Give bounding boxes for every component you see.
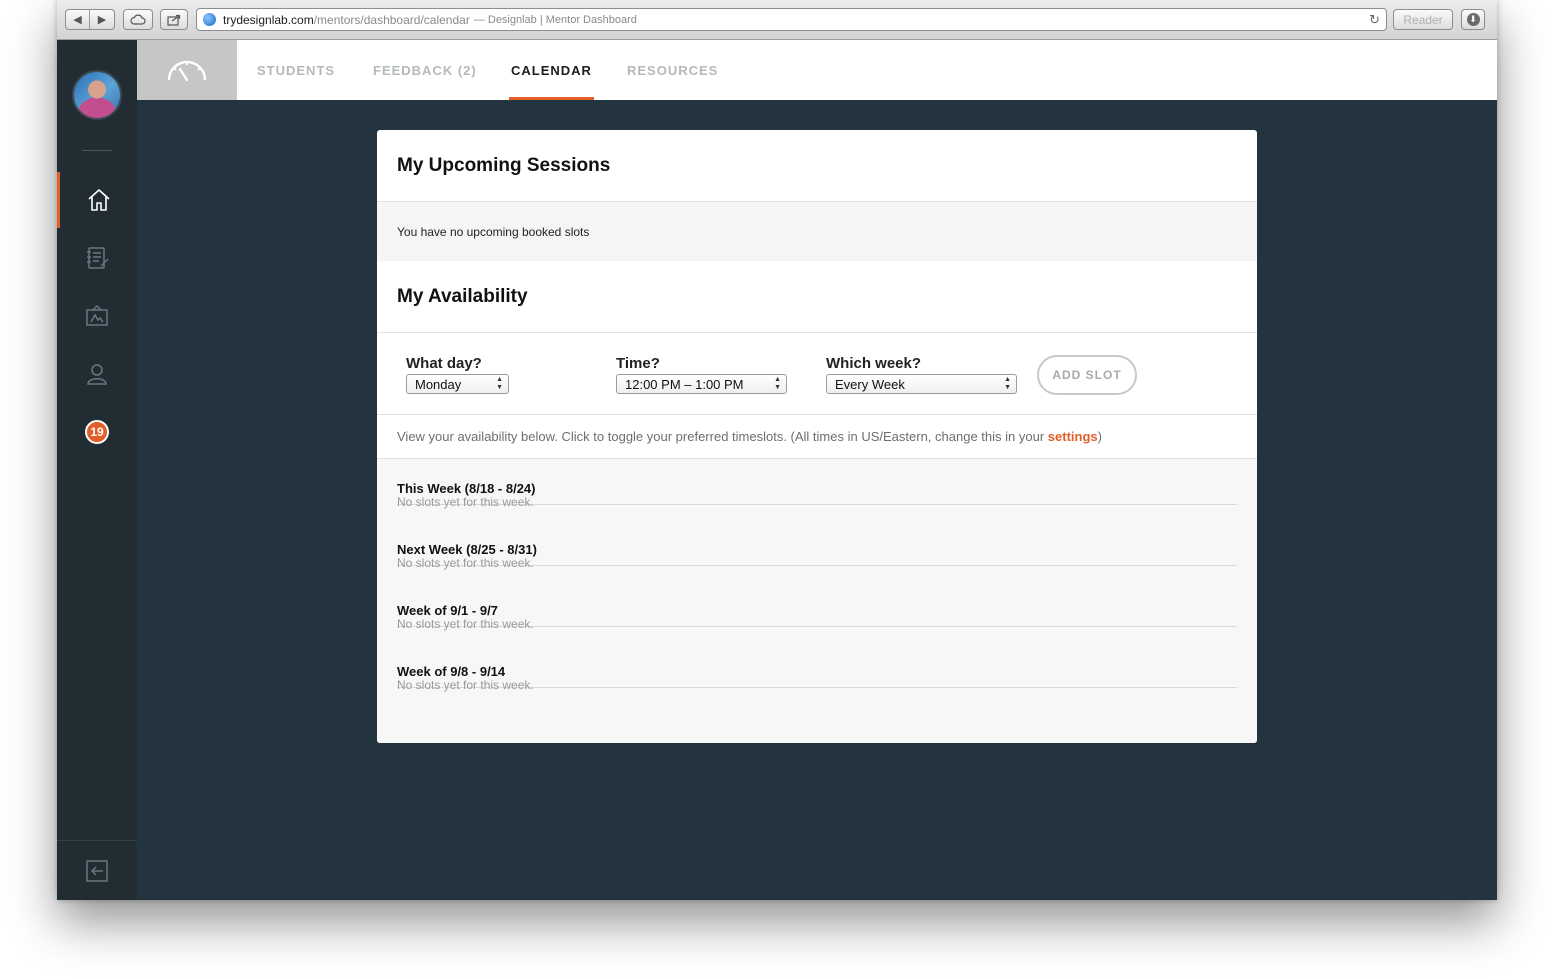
cloud-icon: [130, 14, 146, 25]
weeks-list: This Week (8/18 - 8/24) No slots yet for…: [377, 459, 1257, 743]
time-select[interactable]: 12:00 PM – 1:00 PM ▲ ▼: [616, 374, 787, 394]
time-field: Time? 12:00 PM – 1:00 PM ▲ ▼: [616, 355, 787, 394]
availability-note-text: View your availability below. Click to t…: [397, 429, 1048, 444]
week-empty-message: No slots yet for this week.: [397, 678, 534, 692]
sidebar-item-notes[interactable]: [57, 230, 137, 286]
week-select[interactable]: Every Week ▲ ▼: [826, 374, 1017, 394]
week-empty-message: No slots yet for this week.: [397, 617, 534, 631]
app-sidebar: 19: [57, 40, 137, 900]
sidebar-item-profile[interactable]: [57, 346, 137, 402]
browser-window: ◀ ▶ trydesignlab.com /mentors/dashboard/…: [57, 0, 1497, 900]
notebook-icon: [87, 247, 109, 269]
add-slot-button[interactable]: ADD SLOT: [1037, 355, 1137, 395]
easel-icon: [86, 304, 108, 326]
day-label: What day?: [406, 355, 482, 372]
availability-title: My Availability: [377, 261, 1257, 333]
list-item: Week of 9/8 - 9/14 No slots yet for this…: [397, 663, 1237, 692]
top-nav: STUDENTS FEEDBACK (2) CALENDAR RESOURCES: [137, 40, 1497, 100]
back-icon[interactable]: ◀: [66, 10, 90, 29]
time-select-value: 12:00 PM – 1:00 PM: [625, 376, 744, 392]
availability-note-end: ): [1097, 429, 1102, 444]
notification-badge: 19: [85, 420, 109, 444]
sidebar-item-logout[interactable]: [57, 840, 137, 900]
url-path: /mentors/dashboard/calendar: [313, 12, 470, 27]
availability-note: View your availability below. Click to t…: [377, 415, 1257, 459]
nav-buttons: ◀ ▶: [65, 9, 115, 30]
sidebar-item-notifications[interactable]: 19: [57, 404, 137, 460]
list-item: This Week (8/18 - 8/24) No slots yet for…: [397, 480, 1237, 509]
week-label: Which week?: [826, 355, 922, 372]
download-icon: ⬇: [1466, 13, 1480, 26]
week-field: Which week? Every Week ▲ ▼: [826, 355, 1017, 394]
time-label: Time?: [616, 355, 660, 372]
dashboard-logo[interactable]: [137, 40, 237, 100]
day-select[interactable]: Monday ▲ ▼: [406, 374, 509, 394]
week-empty-message: No slots yet for this week.: [397, 495, 534, 509]
sidebar-divider: [82, 150, 112, 151]
reload-icon[interactable]: ↻: [1369, 12, 1380, 28]
downloads-button[interactable]: ⬇: [1461, 9, 1485, 30]
tab-feedback[interactable]: FEEDBACK (2): [373, 40, 477, 100]
day-field: What day? Monday ▲ ▼: [406, 355, 509, 394]
reader-button[interactable]: Reader: [1393, 9, 1453, 30]
icloud-tabs-button[interactable]: [123, 9, 153, 30]
calendar-card: My Upcoming Sessions You have no upcomin…: [377, 130, 1257, 743]
select-arrows-icon: ▲ ▼: [496, 376, 503, 391]
no-sessions-message: You have no upcoming booked slots: [377, 202, 1257, 261]
forward-icon[interactable]: ▶: [90, 10, 114, 29]
browser-toolbar: ◀ ▶ trydesignlab.com /mentors/dashboard/…: [57, 0, 1497, 40]
upcoming-sessions-title: My Upcoming Sessions: [377, 130, 1257, 202]
select-arrows-icon: ▲ ▼: [1004, 376, 1011, 391]
list-item: Week of 9/1 - 9/7 No slots yet for this …: [397, 602, 1237, 631]
tab-calendar[interactable]: CALENDAR: [509, 40, 594, 100]
avatar[interactable]: [72, 70, 122, 120]
user-icon: [87, 364, 107, 385]
share-icon: [167, 14, 181, 26]
sidebar-item-home[interactable]: [57, 172, 137, 228]
add-slot-form: What day? Monday ▲ ▼ Time? 12:00 PM – 1:0…: [377, 333, 1257, 415]
list-item: Next Week (8/25 - 8/31) No slots yet for…: [397, 541, 1237, 570]
week-select-value: Every Week: [835, 376, 905, 392]
select-arrows-icon: ▲ ▼: [774, 376, 781, 391]
speedometer-icon: [167, 60, 207, 82]
logout-icon: [86, 859, 108, 882]
page-title: — Designlab | Mentor Dashboard: [473, 13, 637, 26]
settings-link[interactable]: settings: [1048, 429, 1098, 444]
url-host: trydesignlab.com: [223, 12, 314, 27]
week-empty-message: No slots yet for this week.: [397, 556, 534, 570]
address-bar[interactable]: trydesignlab.com /mentors/dashboard/cale…: [196, 8, 1387, 31]
tab-students[interactable]: STUDENTS: [257, 40, 335, 100]
home-icon: [87, 189, 110, 211]
globe-icon: [203, 13, 216, 26]
share-button[interactable]: [160, 9, 188, 30]
day-select-value: Monday: [415, 376, 462, 392]
sidebar-item-portfolio[interactable]: [57, 288, 137, 344]
tab-resources[interactable]: RESOURCES: [627, 40, 718, 100]
